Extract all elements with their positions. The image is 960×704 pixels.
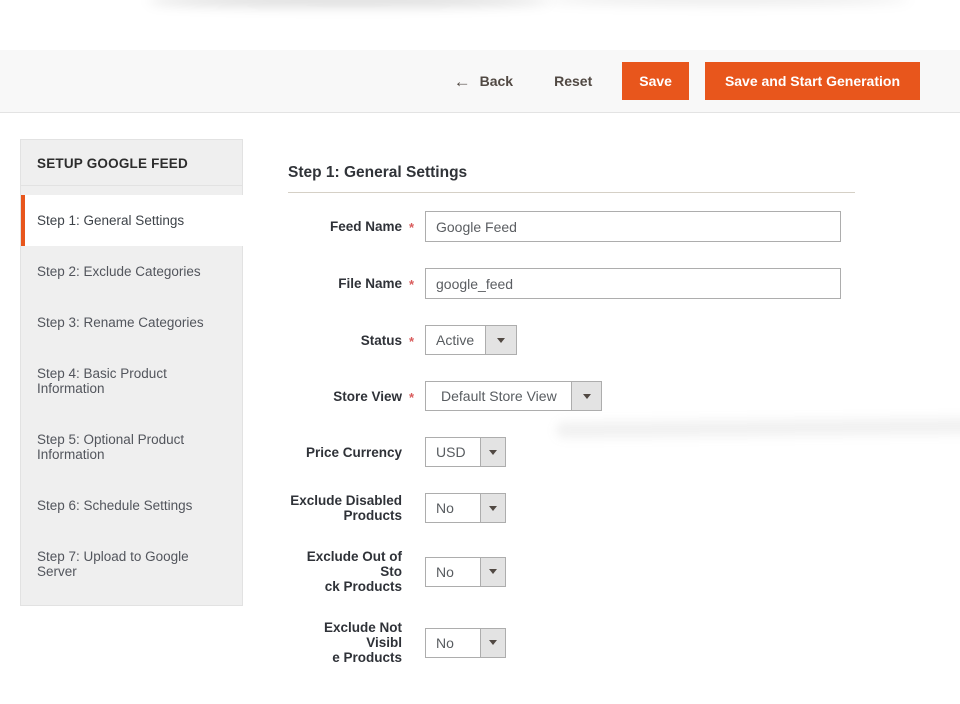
status-row: Status * Active bbox=[288, 325, 855, 355]
price-currency-select[interactable]: USD bbox=[425, 437, 506, 467]
required-marker: * bbox=[402, 388, 425, 405]
required-marker: * bbox=[402, 275, 425, 292]
price-currency-row: Price Currency USD bbox=[288, 437, 855, 467]
sidebar-item-step-2-exclude-categories[interactable]: Step 2: Exclude Categories bbox=[21, 246, 242, 297]
exclude-out-of-stock-products-select-value: No bbox=[426, 558, 480, 586]
exclude-not-visible-products-select[interactable]: No bbox=[425, 628, 506, 658]
steps-nav: Step 1: General Settings Step 2: Exclude… bbox=[21, 186, 242, 597]
exclude-disabled-products-row: Exclude Disabled Products No bbox=[288, 493, 855, 523]
sidebar-item-step-1-general-settings[interactable]: Step 1: General Settings bbox=[21, 195, 247, 246]
feed-name-row: Feed Name * bbox=[288, 211, 855, 242]
general-settings-form-panel: Step 1: General Settings Feed Name * Fil… bbox=[288, 163, 855, 691]
store-view-row: Store View * Default Store View bbox=[288, 381, 855, 411]
file-name-input[interactable] bbox=[425, 268, 841, 299]
price-currency-select-value: USD bbox=[426, 438, 480, 466]
back-button-label: Back bbox=[480, 73, 513, 89]
exclude-disabled-products-select[interactable]: No bbox=[425, 493, 506, 523]
feed-name-label: Feed Name bbox=[288, 219, 402, 234]
feed-name-input[interactable] bbox=[425, 211, 841, 242]
required-marker: * bbox=[402, 332, 425, 349]
sidebar-item-step-5-optional-product-information[interactable]: Step 5: Optional Product Information bbox=[21, 414, 242, 480]
save-and-start-generation-button[interactable]: Save and Start Generation bbox=[705, 62, 920, 100]
sidebar-item-step-7-upload-to-google-server[interactable]: Step 7: Upload to Google Server bbox=[21, 531, 242, 597]
store-view-select[interactable]: Default Store View bbox=[425, 381, 602, 411]
save-button[interactable]: Save bbox=[622, 62, 689, 100]
store-view-select-value: Default Store View bbox=[426, 382, 571, 410]
status-select[interactable]: Active bbox=[425, 325, 517, 355]
file-name-label: File Name bbox=[288, 276, 402, 291]
exclude-disabled-products-label: Exclude Disabled Products bbox=[288, 493, 402, 523]
page-actions-toolbar: ← Back Reset Save Save and Start Generat… bbox=[0, 50, 960, 113]
sidebar-item-step-3-rename-categories[interactable]: Step 3: Rename Categories bbox=[21, 297, 242, 348]
reset-button[interactable]: Reset bbox=[554, 73, 592, 89]
heading-divider bbox=[288, 192, 855, 193]
dropdown-arrow-icon bbox=[485, 326, 516, 354]
exclude-out-of-stock-products-row: Exclude Out of Sto ck Products No bbox=[288, 549, 855, 594]
top-shadow-artifact-right bbox=[545, 0, 910, 4]
setup-steps-sidebar: SETUP GOOGLE FEED Step 1: General Settin… bbox=[20, 139, 243, 606]
status-label: Status bbox=[288, 333, 402, 348]
reset-button-label: Reset bbox=[554, 73, 592, 89]
label-spacer bbox=[402, 642, 425, 644]
exclude-out-of-stock-products-label: Exclude Out of Sto ck Products bbox=[288, 549, 402, 594]
exclude-not-visible-products-label: Exclude Not Visibl e Products bbox=[288, 620, 402, 665]
exclude-disabled-products-select-value: No bbox=[426, 494, 480, 522]
back-arrow-icon: ← bbox=[454, 73, 471, 90]
status-select-value: Active bbox=[426, 326, 485, 354]
label-spacer bbox=[402, 571, 425, 573]
label-spacer bbox=[402, 507, 425, 509]
label-spacer bbox=[402, 451, 425, 453]
sidebar-title: SETUP GOOGLE FEED bbox=[21, 140, 242, 186]
dropdown-arrow-icon bbox=[480, 438, 505, 466]
exclude-not-visible-products-select-value: No bbox=[426, 629, 480, 657]
exclude-out-of-stock-products-select[interactable]: No bbox=[425, 557, 506, 587]
page-title: Step 1: General Settings bbox=[288, 163, 855, 183]
dropdown-arrow-icon bbox=[480, 629, 505, 657]
back-button[interactable]: ← Back bbox=[454, 73, 513, 90]
price-currency-label: Price Currency bbox=[288, 445, 402, 460]
store-view-label: Store View bbox=[288, 389, 402, 404]
required-marker: * bbox=[402, 218, 425, 235]
top-shadow-artifact bbox=[148, 0, 550, 6]
dropdown-arrow-icon bbox=[571, 382, 601, 410]
file-name-row: File Name * bbox=[288, 268, 855, 299]
dropdown-arrow-icon bbox=[480, 494, 505, 522]
exclude-not-visible-products-row: Exclude Not Visibl e Products No bbox=[288, 620, 855, 665]
sidebar-item-step-6-schedule-settings[interactable]: Step 6: Schedule Settings bbox=[21, 480, 242, 531]
dropdown-arrow-icon bbox=[480, 558, 505, 586]
sidebar-item-step-4-basic-product-information[interactable]: Step 4: Basic Product Information bbox=[21, 348, 242, 414]
